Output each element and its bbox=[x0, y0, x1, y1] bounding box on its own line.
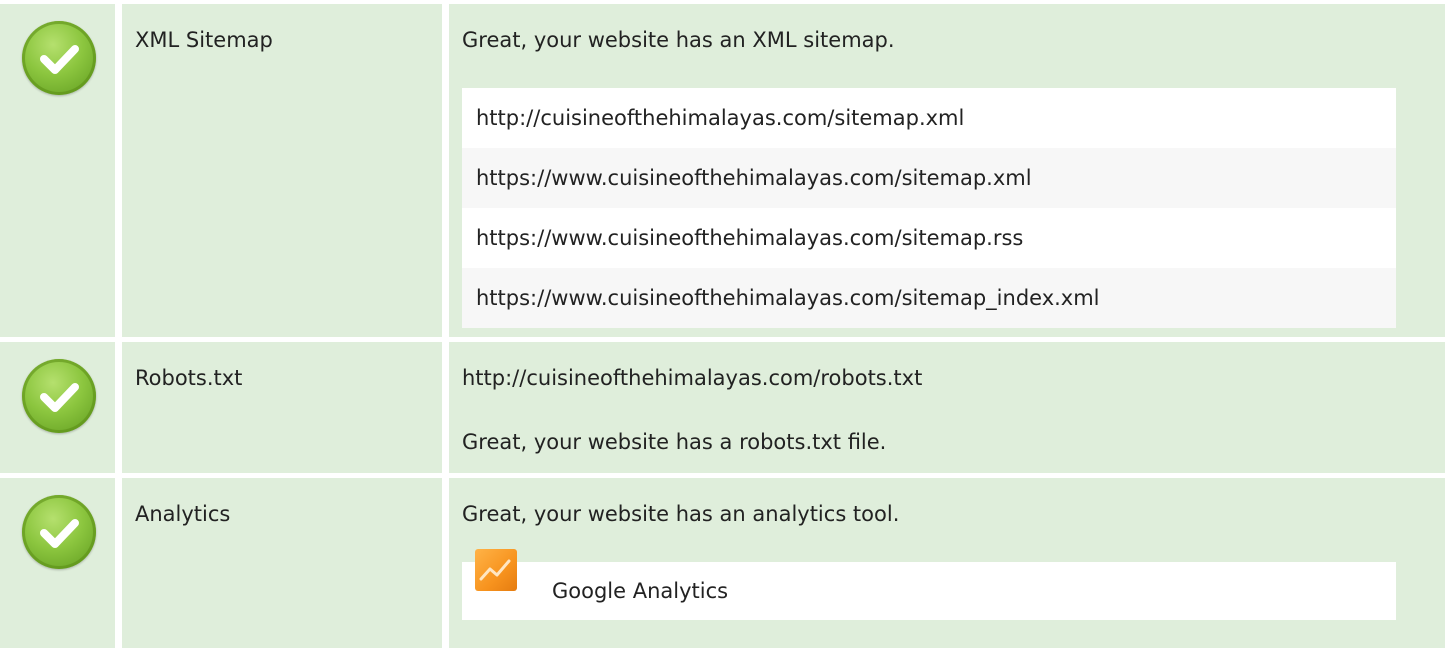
check-circle-icon bbox=[22, 359, 96, 433]
row-analytics: Analytics Great, your website has an ana… bbox=[0, 478, 1445, 648]
row-xml-sitemap: XML Sitemap Great, your website has an X… bbox=[0, 4, 1445, 337]
status-cell bbox=[0, 478, 115, 648]
check-name: Analytics bbox=[135, 502, 231, 526]
row-robots-txt: Robots.txt http://cuisineofthehimalayas.… bbox=[0, 342, 1445, 473]
check-name-cell: Analytics bbox=[122, 478, 442, 648]
sitemap-url-item: https://www.cuisineofthehimalayas.com/si… bbox=[462, 208, 1396, 268]
sitemap-url-item: https://www.cuisineofthehimalayas.com/si… bbox=[462, 148, 1396, 208]
seo-results-table: XML Sitemap Great, your website has an X… bbox=[0, 0, 1445, 648]
check-name: XML Sitemap bbox=[135, 28, 273, 52]
result-message: Great, your website has an XML sitemap. bbox=[462, 28, 895, 52]
status-cell bbox=[0, 342, 115, 473]
analytics-tool-item: Google Analytics bbox=[462, 549, 1396, 620]
sitemap-url-item: https://www.cuisineofthehimalayas.com/si… bbox=[462, 268, 1396, 328]
result-message: Great, your website has an analytics too… bbox=[462, 502, 900, 526]
check-result-cell: Great, your website has an XML sitemap. … bbox=[449, 4, 1445, 337]
check-result-cell: http://cuisineofthehimalayas.com/robots.… bbox=[449, 342, 1445, 473]
check-circle-icon bbox=[22, 495, 96, 569]
status-cell bbox=[0, 4, 115, 337]
check-circle-icon bbox=[22, 21, 96, 95]
analytics-tool-label: Google Analytics bbox=[552, 579, 729, 603]
result-message: Great, your website has a robots.txt fil… bbox=[462, 430, 887, 454]
check-result-cell: Great, your website has an analytics too… bbox=[449, 478, 1445, 648]
check-name: Robots.txt bbox=[135, 366, 243, 390]
sitemap-url-list: http://cuisineofthehimalayas.com/sitemap… bbox=[462, 88, 1396, 328]
check-name-cell: Robots.txt bbox=[122, 342, 442, 473]
google-analytics-icon bbox=[475, 549, 517, 591]
check-name-cell: XML Sitemap bbox=[122, 4, 442, 337]
sitemap-url-item: http://cuisineofthehimalayas.com/sitemap… bbox=[462, 88, 1396, 148]
robots-url: http://cuisineofthehimalayas.com/robots.… bbox=[462, 366, 923, 390]
